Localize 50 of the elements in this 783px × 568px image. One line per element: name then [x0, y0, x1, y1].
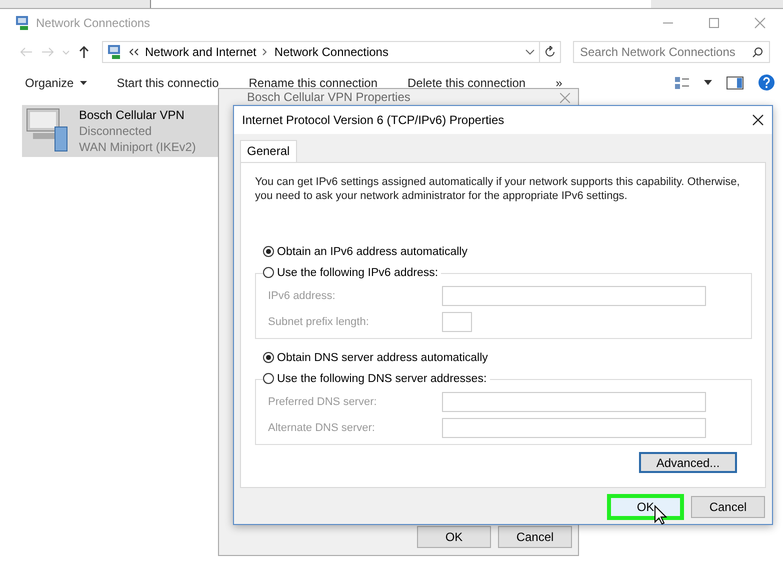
radio-label: Obtain an IPv6 address automatically — [277, 246, 468, 258]
ok-button[interactable]: OK — [611, 498, 680, 516]
window-title: Network Connections — [36, 16, 152, 30]
radio-label: Obtain DNS server address automatically — [277, 352, 488, 364]
field-label: Subnet prefix length: — [268, 316, 370, 328]
breadcrumb-item[interactable]: Network Connections — [274, 45, 388, 59]
breadcrumb-item[interactable]: Network and Internet — [145, 45, 256, 59]
tab[interactable]: General — [240, 140, 297, 163]
mouse-pointer-icon — [654, 505, 667, 525]
command-button[interactable]: Delete this connection — [408, 76, 526, 90]
view-options-icon[interactable] — [674, 76, 690, 90]
radio-button[interactable] — [263, 373, 274, 384]
description-text: You can get IPv6 settings assigned automatically if your network supports this capability. Otherwise, you need to ask your network administrator for the appropriate IPv6 settings. — [255, 175, 741, 203]
field-label: Alternate DNS server: — [268, 422, 376, 434]
radio-button[interactable] — [263, 352, 274, 363]
search-field[interactable]: Search Network Connections — [573, 41, 770, 63]
help-icon[interactable] — [758, 74, 775, 91]
separator-icon — [262, 48, 268, 56]
dialog-title: Bosch Cellular VPN Properties — [247, 90, 410, 104]
dialog-button[interactable]: OK — [417, 526, 491, 548]
connection-status: Disconnected — [79, 123, 153, 139]
more-commands-button[interactable]: » — [556, 76, 562, 90]
search-icon — [752, 46, 763, 58]
caret-icon[interactable] — [704, 80, 712, 85]
close-icon[interactable] — [752, 114, 764, 126]
command-button[interactable]: Organize — [25, 76, 87, 90]
caret-icon — [80, 81, 87, 85]
field-label: IPv6 address: — [268, 290, 336, 302]
radio-label: Use the following DNS server addresses: — [277, 372, 487, 384]
chevron-icon — [129, 48, 139, 56]
radio-label: Use the following IPv6 address: — [277, 266, 438, 278]
connection-device: WAN Miniport (IKEv2) — [79, 139, 196, 155]
radio-button[interactable] — [263, 246, 274, 257]
connection-name: Bosch Cellular VPN — [79, 107, 186, 123]
address-bar[interactable]: Network and Internet Network Connections — [102, 41, 540, 63]
dropdown-icon[interactable] — [525, 48, 535, 56]
refresh-button[interactable] — [539, 41, 561, 63]
advanced-button[interactable]: Advanced... — [639, 452, 737, 473]
radio-button[interactable] — [263, 267, 274, 278]
dialog-title: Internet Protocol Version 6 (TCP/IPv6) Properties — [242, 113, 504, 127]
field-label: Preferred DNS server: — [268, 396, 378, 408]
preview-pane-icon[interactable] — [726, 76, 744, 90]
dialog-button[interactable]: Cancel — [498, 526, 572, 548]
dialog-button[interactable]: Cancel — [691, 496, 765, 518]
command-button[interactable]: Start this connectio — [116, 76, 219, 90]
refresh-icon — [544, 46, 556, 58]
network-icon — [15, 14, 31, 30]
connection-item[interactable]: Bosch Cellular VPN Disconnected WAN Miniport (IKEv2) — [22, 105, 218, 157]
network-icon — [107, 44, 123, 60]
command-button[interactable]: Rename this connection — [248, 76, 378, 90]
